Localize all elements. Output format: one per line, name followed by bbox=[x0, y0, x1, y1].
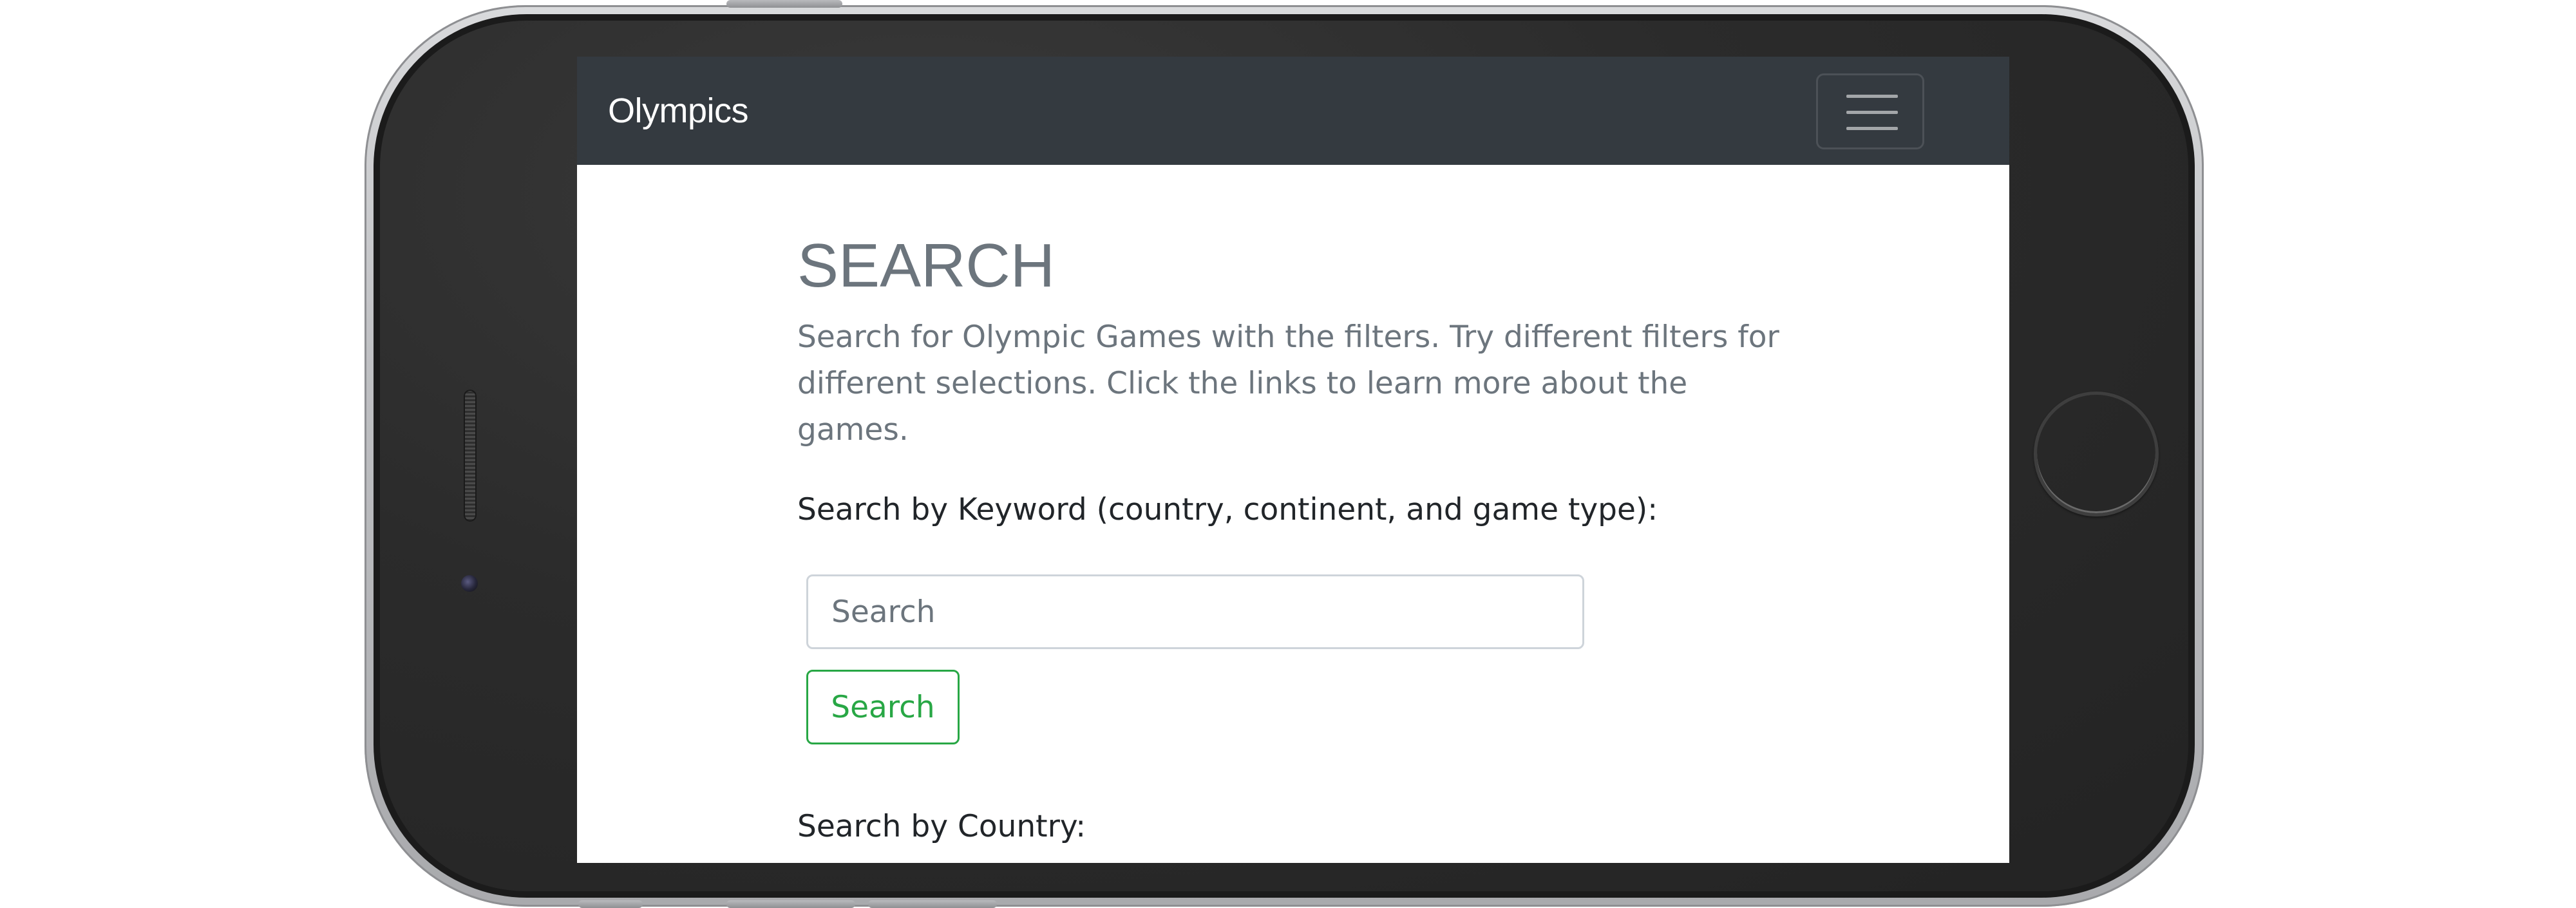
screen: Olympics SEARCH Search for Olympic Games… bbox=[577, 57, 2009, 863]
navbar: Olympics bbox=[577, 57, 2009, 165]
navbar-brand[interactable]: Olympics bbox=[608, 57, 749, 165]
keyword-search-label: Search by Keyword (country, continent, a… bbox=[797, 492, 1658, 527]
phone-volume-down-button bbox=[868, 900, 997, 908]
hamburger-menu-icon bbox=[1846, 95, 1898, 98]
phone-volume-up-button bbox=[726, 900, 855, 908]
keyword-search-input[interactable] bbox=[806, 574, 1584, 649]
phone-mute-switch bbox=[578, 900, 643, 908]
navbar-toggler-button[interactable] bbox=[1816, 73, 1924, 149]
page-lead-text: Search for Olympic Games with the filter… bbox=[797, 319, 1779, 448]
phone-speaker bbox=[464, 390, 477, 522]
search-button[interactable]: Search bbox=[806, 670, 960, 744]
country-search-label: Search by Country: bbox=[797, 809, 1086, 844]
phone-home-button[interactable] bbox=[2034, 392, 2159, 516]
phone-camera-icon bbox=[461, 575, 478, 592]
device-stage: Olympics SEARCH Search for Olympic Games… bbox=[0, 0, 2576, 908]
page-title: SEARCH bbox=[797, 231, 1056, 300]
phone-power-button bbox=[726, 0, 842, 8]
